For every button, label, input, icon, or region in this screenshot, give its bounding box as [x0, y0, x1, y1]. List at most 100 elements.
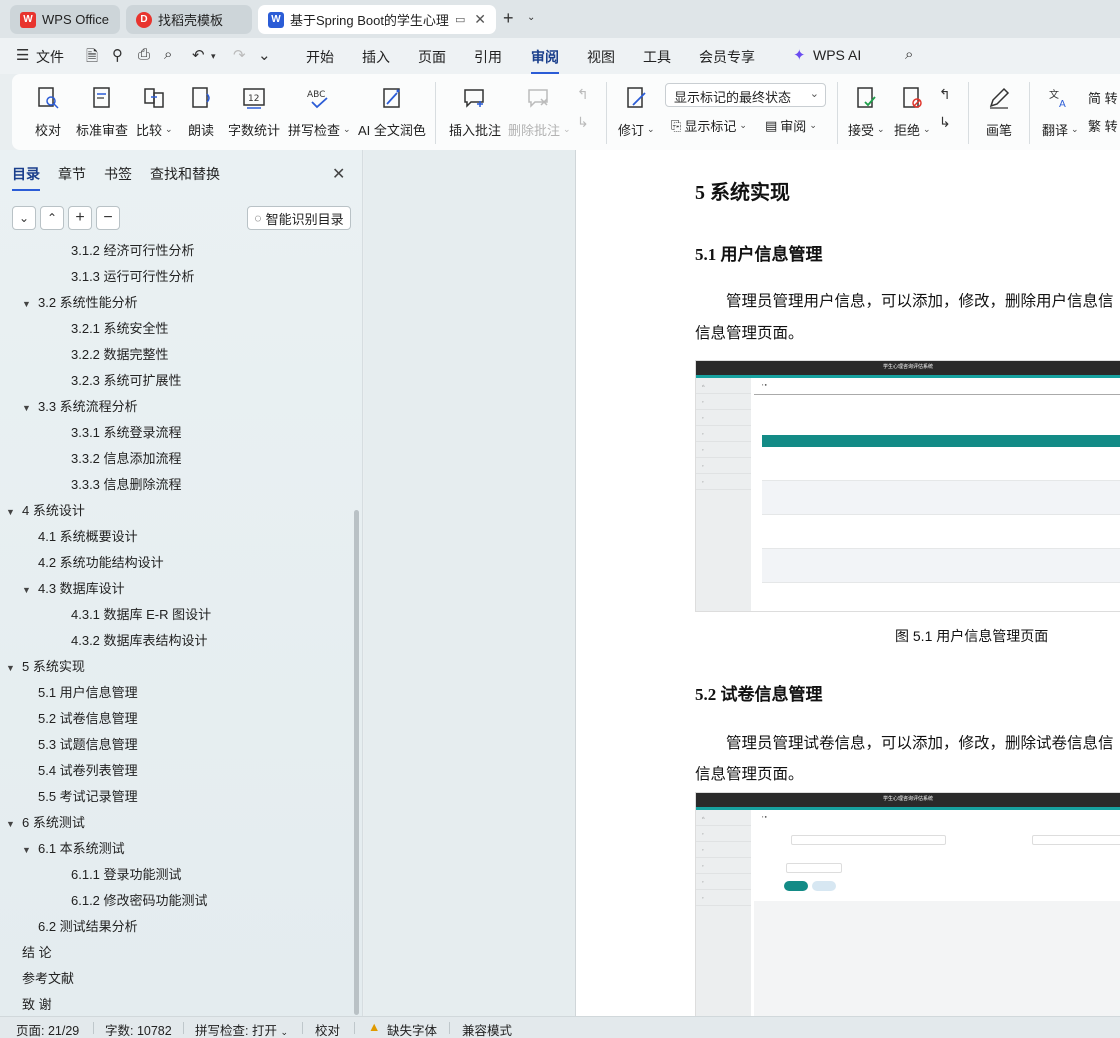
- toc-item[interactable]: 5.1 用户信息管理: [38, 682, 138, 701]
- menu-page[interactable]: 页面: [418, 47, 446, 67]
- menu-reference[interactable]: 引用: [474, 47, 502, 67]
- missing-font-indicator[interactable]: 缺失字体: [387, 1020, 437, 1038]
- compare-button[interactable]: 比较 ⌄: [136, 84, 173, 139]
- toc-scrollbar[interactable]: [354, 510, 359, 1015]
- spell-check-toggle[interactable]: 拼写检查: 打开 ⌄: [195, 1020, 288, 1038]
- save-icon[interactable]: 🗎: [86, 46, 98, 71]
- toc-item[interactable]: ▼ 4.3 数据库设计: [22, 578, 125, 597]
- toc-item[interactable]: 致 谢: [22, 994, 52, 1013]
- menu-member[interactable]: 会员专享: [699, 47, 755, 67]
- toc-item[interactable]: 5.3 试题信息管理: [38, 734, 138, 753]
- toc-item[interactable]: 6.2 测试结果分析: [38, 916, 138, 935]
- toc-item[interactable]: 结 论: [22, 942, 52, 961]
- toc-item[interactable]: 参考文献: [22, 968, 74, 987]
- translate-button[interactable]: 文A 翻译 ⌄: [1042, 84, 1079, 139]
- collapse-triangle-icon[interactable]: ▼: [22, 403, 38, 413]
- collapse-triangle-icon[interactable]: ▼: [22, 585, 38, 595]
- toc-item[interactable]: 3.3.3 信息删除流程: [71, 474, 182, 493]
- proof-status[interactable]: 校对: [315, 1020, 340, 1038]
- menu-wps-ai[interactable]: WPS AI: [813, 47, 861, 63]
- redo-icon[interactable]: ↷: [233, 46, 246, 64]
- toc-item[interactable]: 3.1.3 运行可行性分析: [71, 266, 195, 285]
- toc-item[interactable]: ▼ 5 系统实现: [6, 656, 85, 675]
- convert-traditional-button[interactable]: 繁 转: [1088, 116, 1118, 135]
- toc-item[interactable]: 3.3.2 信息添加流程: [71, 448, 182, 467]
- menu-tools[interactable]: 工具: [643, 47, 671, 67]
- track-changes-button[interactable]: 修订 ⌄: [618, 84, 655, 139]
- nav-tab-sections[interactable]: 章节: [58, 164, 86, 184]
- search-icon[interactable]: ⌕: [905, 46, 913, 63]
- insert-comment-button[interactable]: 插入批注: [449, 84, 501, 139]
- toc-item[interactable]: 4.3.2 数据库表结构设计: [71, 630, 208, 649]
- demote-button[interactable]: −: [96, 206, 120, 230]
- nav-tab-toc[interactable]: 目录: [12, 164, 40, 191]
- document-page[interactable]: 5 系统实现 5.1 用户信息管理 管理员管理用户信息，可以添加，修改，删除用户…: [575, 150, 1120, 1016]
- tab-wps-office[interactable]: W WPS Office: [10, 5, 120, 34]
- collapse-triangle-icon[interactable]: ▼: [6, 819, 22, 829]
- print-preview-icon[interactable]: ⌕: [164, 46, 172, 63]
- collapse-triangle-icon[interactable]: ▼: [22, 845, 38, 855]
- toc-item[interactable]: ▼ 6.1 本系统测试: [22, 838, 125, 857]
- toc-item[interactable]: 3.2.2 数据完整性: [71, 344, 169, 363]
- toc-item[interactable]: ▼ 4 系统设计: [6, 500, 85, 519]
- delete-comment-button[interactable]: 删除批注 ⌄: [508, 84, 571, 139]
- toc-item[interactable]: 5.2 试卷信息管理: [38, 708, 138, 727]
- smart-toc-button[interactable]: ◌ 智能识别目录: [247, 206, 351, 230]
- toc-item[interactable]: ▼ 6 系统测试: [6, 812, 85, 831]
- toc-item[interactable]: 3.1.2 经济可行性分析: [71, 240, 195, 259]
- toc-item[interactable]: 6.1.1 登录功能测试: [71, 864, 182, 883]
- menu-insert[interactable]: 插入: [362, 47, 390, 67]
- tab-document[interactable]: W 基于Spring Boot的学生心理 ▭ ✕: [258, 5, 496, 34]
- menu-view[interactable]: 视图: [587, 47, 615, 67]
- close-pane-icon[interactable]: ✕: [332, 164, 345, 184]
- previous-change-icon[interactable]: ↰: [939, 86, 951, 103]
- next-change-icon[interactable]: ↳: [939, 114, 951, 131]
- chevron-down-icon[interactable]: ▾: [211, 51, 216, 62]
- reject-button[interactable]: 拒绝 ⌄: [894, 84, 931, 139]
- toc-item[interactable]: 6.1.2 修改密码功能测试: [71, 890, 208, 909]
- toc-item[interactable]: ▼ 3.2 系统性能分析: [22, 292, 138, 311]
- more-chevron-icon[interactable]: ⌄: [258, 46, 271, 64]
- menu-file[interactable]: 文件: [36, 47, 64, 67]
- toc-item[interactable]: 4.2 系统功能结构设计: [38, 552, 164, 571]
- convert-simplified-button[interactable]: 简 转: [1088, 88, 1118, 107]
- toc-item[interactable]: 4.3.1 数据库 E-R 图设计: [71, 604, 211, 623]
- next-comment-icon[interactable]: ↳: [577, 114, 589, 131]
- page-indicator[interactable]: 页面: 21/29: [16, 1020, 79, 1038]
- toc-item[interactable]: 3.3.1 系统登录流程: [71, 422, 182, 441]
- word-count-indicator[interactable]: 字数: 10782: [105, 1020, 172, 1038]
- spell-check-button[interactable]: ABC 拼写检查 ⌄: [288, 84, 351, 139]
- collapse-triangle-icon[interactable]: ▼: [22, 299, 38, 309]
- review-pane-button[interactable]: ▤ 审阅 ⌄: [765, 116, 817, 135]
- ai-polish-button[interactable]: AI 全文润色: [358, 84, 426, 139]
- toc-item[interactable]: 3.2.3 系统可扩展性: [71, 370, 182, 389]
- collapse-up-button[interactable]: ⌃: [40, 206, 64, 230]
- menu-review[interactable]: 审阅: [531, 47, 559, 74]
- link-icon[interactable]: ⚲: [112, 46, 123, 64]
- nav-tab-find-replace[interactable]: 查找和替换: [150, 164, 220, 184]
- collapse-triangle-icon[interactable]: ▼: [6, 663, 22, 673]
- toc-item[interactable]: ▼ 3.3 系统流程分析: [22, 396, 138, 415]
- undo-icon[interactable]: ↶: [192, 46, 205, 64]
- standard-review-button[interactable]: 标准审查: [76, 84, 128, 139]
- accept-button[interactable]: 接受 ⌄: [848, 84, 885, 139]
- promote-button[interactable]: +: [68, 206, 92, 230]
- toc-item[interactable]: 5.5 考试记录管理: [38, 786, 138, 805]
- proofread-button[interactable]: 校对: [34, 84, 62, 139]
- print-icon[interactable]: ⎙: [138, 46, 150, 63]
- read-aloud-button[interactable]: 朗读: [187, 84, 215, 139]
- chevron-down-icon[interactable]: ⌄: [527, 12, 535, 23]
- new-tab-icon[interactable]: +: [503, 8, 514, 29]
- close-tab-icon[interactable]: ✕: [474, 11, 486, 28]
- menu-start[interactable]: 开始: [306, 47, 334, 67]
- expand-down-button[interactable]: ⌄: [12, 206, 36, 230]
- toc-item[interactable]: 5.4 试卷列表管理: [38, 760, 138, 779]
- hamburger-icon[interactable]: ☰: [16, 46, 29, 64]
- pen-button[interactable]: 画笔: [985, 84, 1013, 139]
- word-count-button[interactable]: 12 字数统计: [228, 84, 280, 139]
- toc-item[interactable]: 4.1 系统概要设计: [38, 526, 138, 545]
- show-markup-button[interactable]: ⎘ 显示标记 ⌄: [671, 116, 747, 135]
- previous-comment-icon[interactable]: ↰: [577, 86, 589, 103]
- toc-item[interactable]: 3.2.1 系统安全性: [71, 318, 169, 337]
- nav-tab-bookmarks[interactable]: 书签: [104, 164, 132, 184]
